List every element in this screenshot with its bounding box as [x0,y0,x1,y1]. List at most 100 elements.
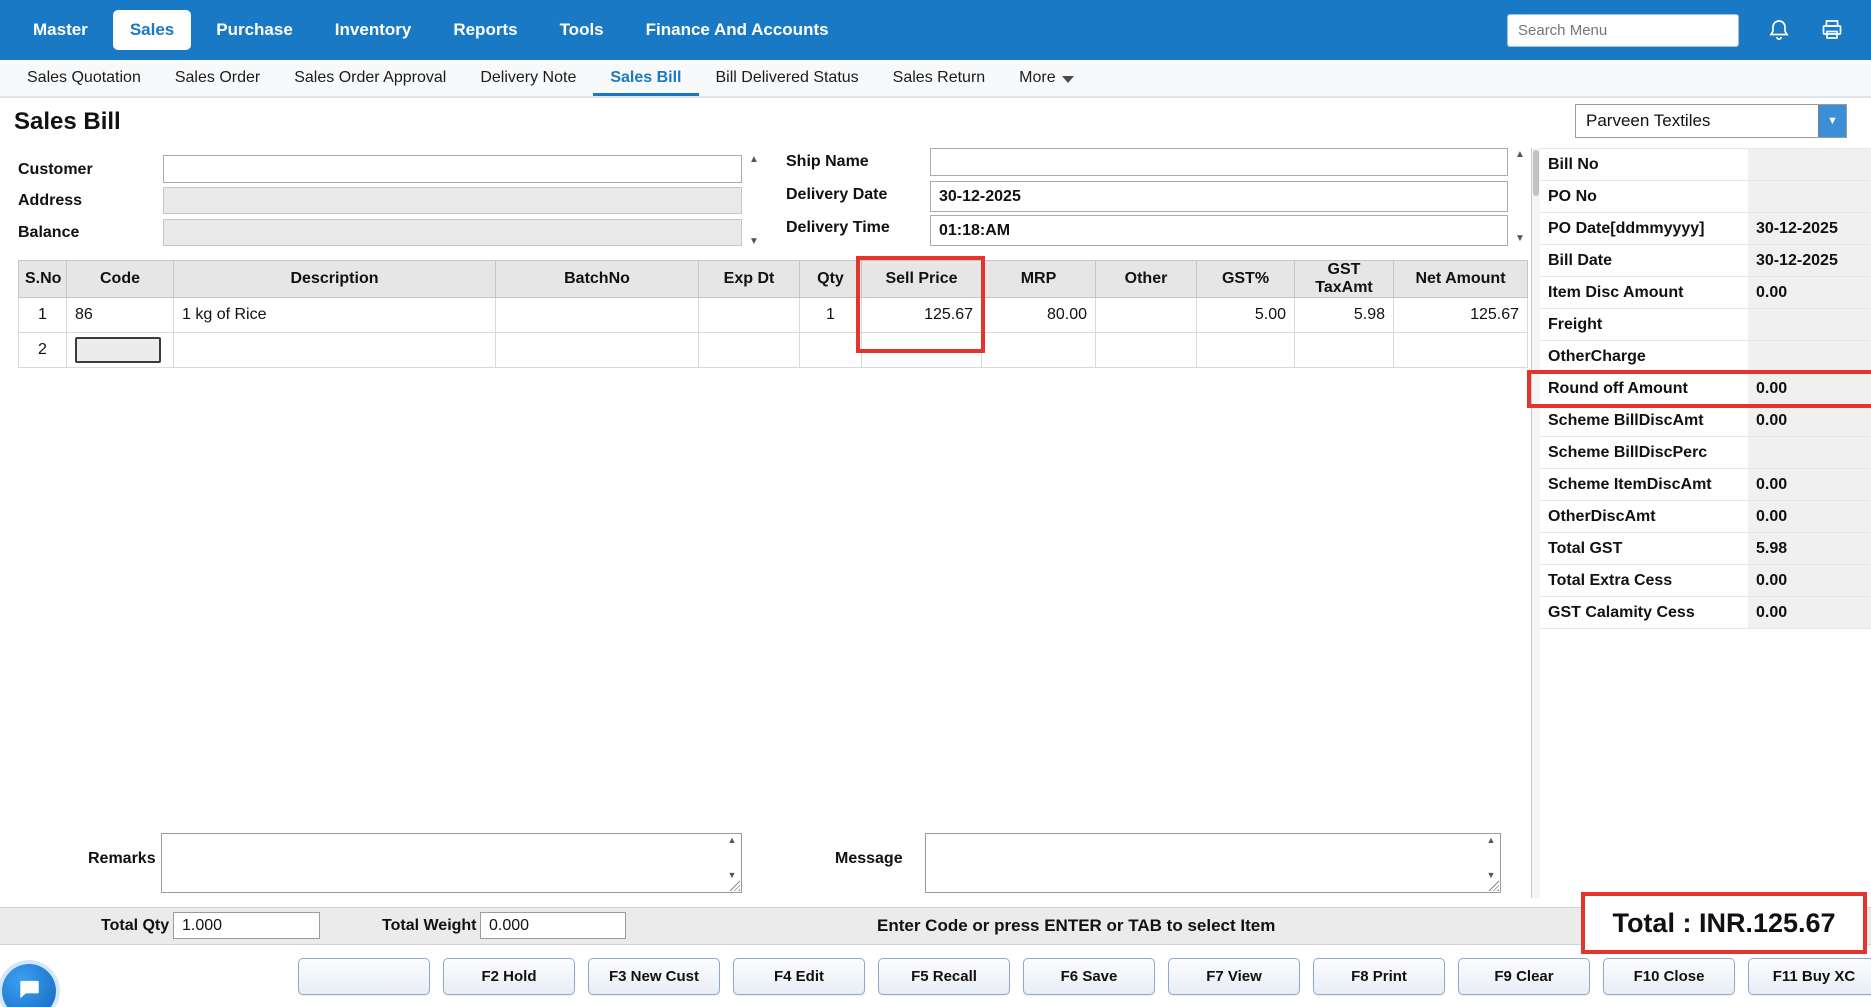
chat-launcher-button[interactable] [2,964,56,1007]
message-scrollbar[interactable]: ▲▼ [1484,836,1498,880]
cell-mrp[interactable] [982,333,1096,368]
summary-value[interactable]: 0.00 [1748,277,1871,308]
scroll-up-icon[interactable]: ▲ [1515,150,1525,160]
tab-delivery-note[interactable]: Delivery Note [463,60,593,96]
cell-description[interactable]: 1 kg of Rice [174,298,496,333]
menu-finance-accounts[interactable]: Finance And Accounts [629,10,846,50]
address-input[interactable] [163,187,742,214]
cell-other[interactable] [1096,298,1197,333]
col-mrp: MRP [982,261,1096,298]
remarks-textarea[interactable] [162,834,741,892]
printer-icon[interactable] [1819,18,1845,42]
cell-net-amount[interactable] [1394,333,1528,368]
summary-value[interactable] [1748,309,1871,340]
f4-edit-button[interactable]: F4 Edit [733,958,865,995]
f6-save-button[interactable]: F6 Save [1023,958,1155,995]
delivery-date-input[interactable] [930,181,1508,212]
cell-sno[interactable]: 1 [19,298,67,333]
summary-row-po-date: PO Date[ddmmyyyy] 30-12-2025 [1540,213,1871,245]
scrollbar-thumb[interactable] [1533,150,1539,196]
address-label: Address [18,192,82,210]
cell-batchno[interactable] [496,333,699,368]
cell-mrp[interactable]: 80.00 [982,298,1096,333]
menu-inventory[interactable]: Inventory [318,10,429,50]
cell-qty[interactable]: 1 [800,298,862,333]
summary-label: PO Date[ddmmyyyy] [1540,213,1748,244]
top-menu-bar: Master Sales Purchase Inventory Reports … [0,0,1871,60]
f8-print-button[interactable]: F8 Print [1313,958,1445,995]
summary-value[interactable]: 30-12-2025 [1748,245,1871,276]
f7-view-button[interactable]: F7 View [1168,958,1300,995]
cell-net-amount[interactable]: 125.67 [1394,298,1528,333]
ship-name-label: Ship Name [786,153,869,171]
summary-value[interactable]: 0.00 [1748,373,1871,404]
summary-value[interactable]: 0.00 [1748,469,1871,500]
tab-sales-bill[interactable]: Sales Bill [593,60,698,96]
grand-total-box: Total : INR.125.67 [1581,892,1867,954]
cell-qty[interactable] [800,333,862,368]
cell-gst-taxamt[interactable] [1295,333,1394,368]
summary-value[interactable] [1748,149,1871,180]
customer-scrollbar[interactable]: ▲ ▼ [746,155,762,247]
message-textarea[interactable] [926,834,1500,892]
total-weight-input[interactable] [480,912,626,939]
tab-sales-return[interactable]: Sales Return [876,60,1003,96]
code-entry-input[interactable] [75,337,161,363]
summary-row-po-no: PO No [1540,181,1871,213]
customer-input[interactable] [163,155,742,183]
notifications-bell-icon[interactable] [1767,17,1791,43]
remarks-label: Remarks [88,850,156,868]
balance-input[interactable] [163,219,742,246]
f10-close-button[interactable]: F10 Close [1603,958,1735,995]
tab-bill-delivered-status[interactable]: Bill Delivered Status [699,60,876,96]
cell-sno[interactable]: 2 [19,333,67,368]
f2-hold-button[interactable]: F2 Hold [443,958,575,995]
summary-value[interactable]: 30-12-2025 [1748,213,1871,244]
menu-reports[interactable]: Reports [436,10,534,50]
cell-expdt[interactable] [699,298,800,333]
summary-scrollbar[interactable] [1532,148,1540,898]
tab-more[interactable]: More [1002,60,1090,96]
ship-name-input[interactable] [930,148,1508,176]
summary-value[interactable]: 0.00 [1748,405,1871,436]
summary-value[interactable] [1748,181,1871,212]
company-select[interactable]: Parveen Textiles ▼ [1575,104,1847,138]
scroll-up-icon[interactable]: ▲ [749,155,759,165]
tab-sales-order-approval[interactable]: Sales Order Approval [277,60,463,96]
search-menu-input[interactable] [1507,14,1739,47]
f3-new-cust-button[interactable]: F3 New Cust [588,958,720,995]
scroll-down-icon[interactable]: ▼ [749,237,759,247]
menu-master[interactable]: Master [16,10,105,50]
scroll-down-icon[interactable]: ▼ [1515,234,1525,244]
cell-sell-price[interactable] [862,333,982,368]
summary-value[interactable]: 0.00 [1748,501,1871,532]
ship-scrollbar[interactable]: ▲ ▼ [1512,150,1528,244]
tab-sales-order[interactable]: Sales Order [158,60,277,96]
cell-expdt[interactable] [699,333,800,368]
menu-tools[interactable]: Tools [543,10,621,50]
f9-clear-button[interactable]: F9 Clear [1458,958,1590,995]
remarks-scrollbar[interactable]: ▲▼ [725,836,739,880]
col-batchno: BatchNo [496,261,699,298]
cell-gst-pct[interactable] [1197,333,1295,368]
summary-value[interactable] [1748,437,1871,468]
cell-batchno[interactable] [496,298,699,333]
sales-subnav: Sales Quotation Sales Order Sales Order … [0,60,1871,98]
f11-buy-button[interactable]: F11 Buy XC [1748,958,1871,995]
cell-gst-taxamt[interactable]: 5.98 [1295,298,1394,333]
tab-sales-quotation[interactable]: Sales Quotation [10,60,158,96]
company-dropdown-arrow-icon[interactable]: ▼ [1818,105,1846,137]
cell-code[interactable]: 86 [67,298,174,333]
cell-gst-pct[interactable]: 5.00 [1197,298,1295,333]
f1-blank-button[interactable] [298,958,430,995]
menu-purchase[interactable]: Purchase [199,10,310,50]
cell-sell-price[interactable]: 125.67 [862,298,982,333]
f5-recall-button[interactable]: F5 Recall [878,958,1010,995]
delivery-time-input[interactable] [930,215,1508,246]
cell-description[interactable] [174,333,496,368]
cell-other[interactable] [1096,333,1197,368]
menu-sales[interactable]: Sales [113,10,191,50]
summary-value[interactable] [1748,341,1871,372]
total-qty-input[interactable] [173,912,320,939]
col-expdt: Exp Dt [699,261,800,298]
